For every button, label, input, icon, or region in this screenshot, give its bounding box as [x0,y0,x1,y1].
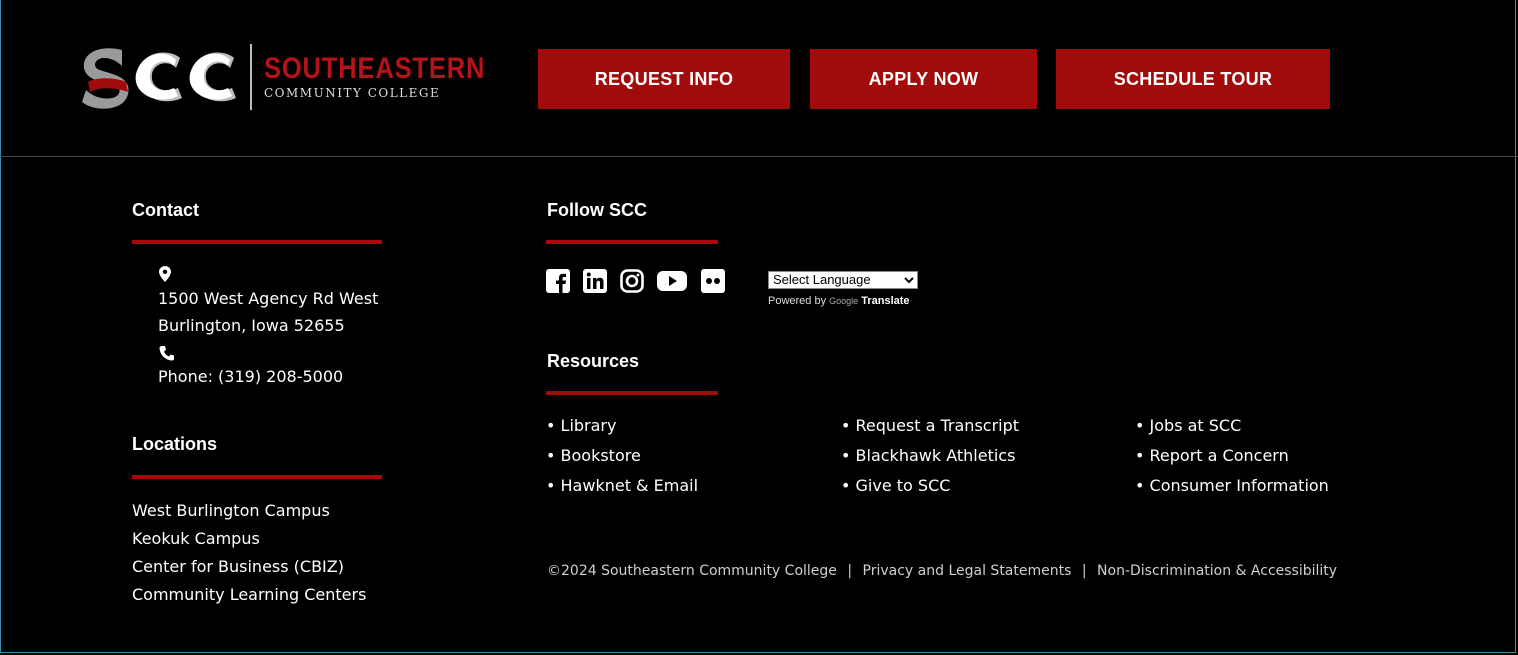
instagram-icon[interactable] [620,269,644,293]
language-select[interactable]: Select Language [768,271,918,289]
resources-rule [546,391,718,395]
resource-link-jobs[interactable]: • Jobs at SCC [1135,416,1241,436]
youtube-icon[interactable] [657,269,687,293]
location-link-cbiz[interactable]: Center for Business (CBIZ) [132,557,344,577]
resources-heading: Resources [547,351,640,371]
linkedin-icon[interactable] [583,269,607,293]
powered-by-google-translate[interactable]: Powered by Google Translate [768,295,910,307]
translate-label: Translate [861,295,910,307]
resource-link-bookstore[interactable]: • Bookstore [546,446,641,466]
resource-link-blackhawk-athletics[interactable]: • Blackhawk Athletics [841,446,1015,466]
resource-link-request-transcript[interactable]: • Request a Transcript [841,416,1019,436]
locations-heading: Locations [132,434,218,454]
apply-now-button[interactable]: APPLY NOW [810,49,1037,109]
scc-logo[interactable]: SOUTHEASTERN COMMUNITY COLLEGE [78,42,524,112]
resource-link-report-concern[interactable]: • Report a Concern [1135,446,1289,466]
phone-icon [159,346,174,361]
chevron-down-icon [904,277,914,284]
follow-heading: Follow SCC [547,200,647,220]
location-link-keokuk[interactable]: Keokuk Campus [132,529,260,549]
google-logo: Google [829,296,859,306]
scc-logo-mark [78,42,238,112]
nondiscrimination-link[interactable]: Non-Discrimination & Accessibility [1097,563,1337,579]
privacy-link[interactable]: Privacy and Legal Statements [863,563,1072,579]
contact-rule [132,240,382,244]
contact-phone[interactable]: Phone: (319) 208-5000 [158,367,343,387]
contact-address-line1: 1500 West Agency Rd West [158,289,379,308]
locations-rule [132,475,382,479]
legal-separator: | [1081,563,1087,579]
logo-divider [250,44,252,110]
resource-link-library[interactable]: • Library [546,416,616,436]
contact-heading: Contact [132,200,199,220]
facebook-icon[interactable] [546,269,570,293]
language-select-value: Select Language [773,272,871,287]
resource-link-give-to-scc[interactable]: • Give to SCC [841,476,950,496]
legal-separator: | [847,563,853,579]
powered-by-label: Powered by [768,295,827,307]
footer-top-bar: SOUTHEASTERN COMMUNITY COLLEGE REQUEST I… [0,0,1518,157]
logo-subtitle: COMMUNITY COLLEGE [264,86,441,100]
location-link-west-burlington[interactable]: West Burlington Campus [132,501,330,521]
contact-address-line2: Burlington, Iowa 52655 [158,316,345,335]
schedule-tour-button[interactable]: SCHEDULE TOUR [1056,49,1330,109]
follow-rule [546,240,718,244]
copyright-text: ©2024 Southeastern Community College [547,563,837,579]
location-link-learning-centers[interactable]: Community Learning Centers [132,585,366,605]
logo-title: SOUTHEASTERN [264,52,486,85]
request-info-button[interactable]: REQUEST INFO [538,49,790,109]
resource-link-hawknet-email[interactable]: • Hawknet & Email [546,476,698,496]
resource-link-consumer-information[interactable]: • Consumer Information [1135,476,1329,496]
logo-text: SOUTHEASTERN COMMUNITY COLLEGE [264,52,524,101]
flickr-icon[interactable] [701,269,725,293]
map-pin-icon [159,266,171,282]
legal-footer: ©2024 Southeastern Community College | P… [547,563,1337,579]
